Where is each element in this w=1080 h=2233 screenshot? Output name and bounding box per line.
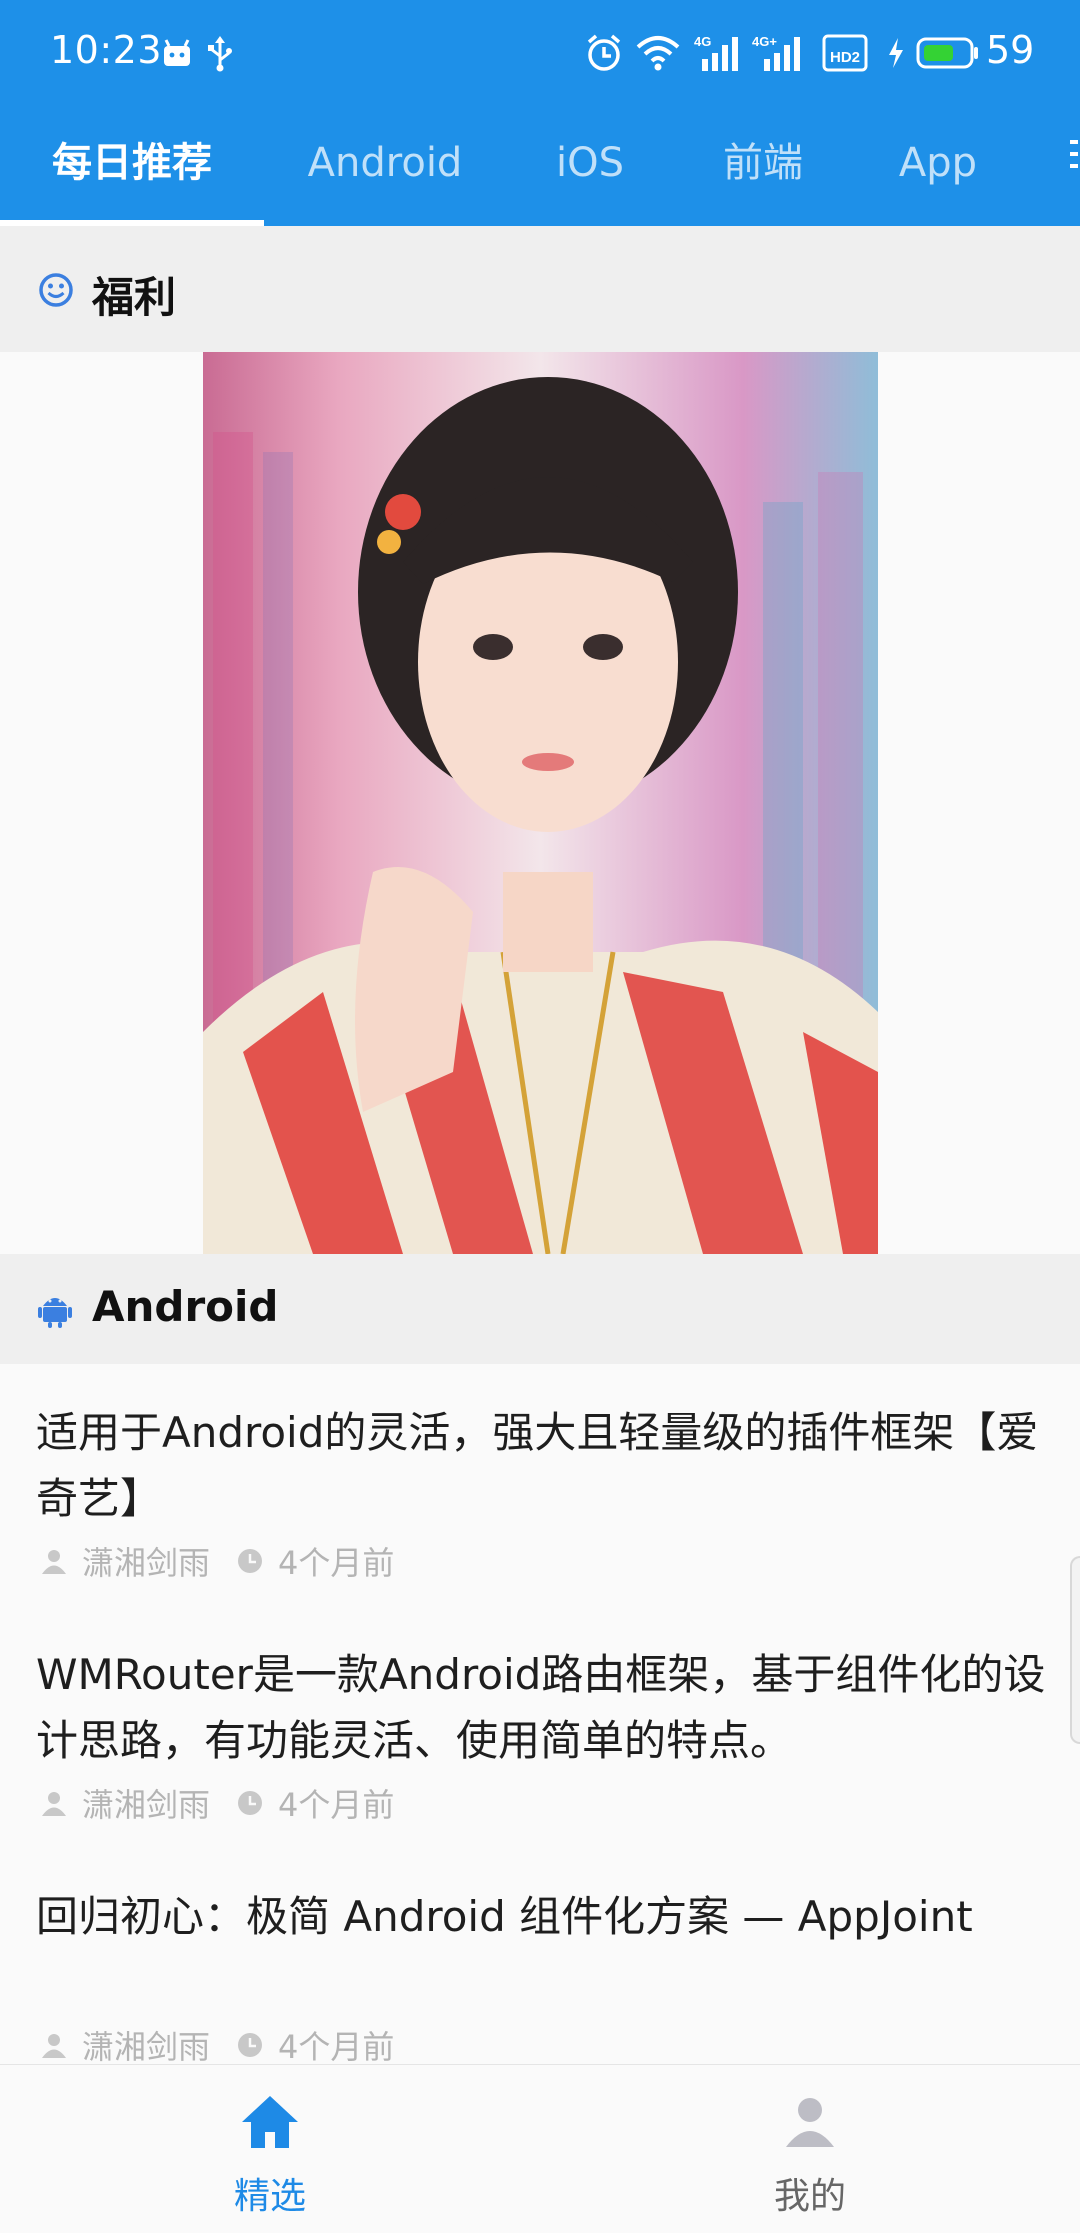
tab-daily[interactable]: 每日推荐 (0, 128, 264, 198)
category-tabs: 每日推荐 Android iOS 前端 App (0, 108, 1080, 227)
tab-app[interactable]: App (852, 128, 1024, 198)
nav-featured[interactable]: 精选 (0, 2065, 540, 2233)
android-notification-icon (160, 30, 194, 76)
section-title: Android (92, 1282, 279, 1331)
person-icon (42, 1550, 66, 1574)
signal-icon: 4G (694, 30, 744, 76)
clock-icon (238, 1791, 263, 1815)
author: 潇湘剑雨 (40, 2022, 210, 2068)
status-bar: 10:23 4G 4G+ HD2 59 (0, 0, 1080, 108)
wifi-icon (636, 30, 680, 76)
clock-icon (238, 1549, 263, 1573)
signal-icon: 4G+ (752, 30, 808, 76)
article-title: 回归初心：极简 Android 组件化方案 — AppJoint (36, 1892, 973, 1941)
home-icon (0, 2093, 540, 2151)
author: 潇湘剑雨 (40, 1780, 210, 1826)
person-icon (42, 1792, 66, 1816)
section-header-welfare: 福利 (0, 226, 1080, 353)
smiley-icon (38, 272, 74, 312)
section-title: 福利 (92, 273, 177, 322)
network-type-label: 4G+ (752, 34, 777, 49)
welfare-photo[interactable] (203, 352, 878, 1254)
clock-icon (238, 2033, 263, 2057)
section-header-android: Android (0, 1254, 1080, 1365)
hd-label: HD2 (830, 49, 860, 66)
author: 潇湘剑雨 (40, 1538, 210, 1584)
alarm-icon (584, 30, 624, 76)
person-icon (540, 2093, 1080, 2149)
list-item[interactable]: WMRouter是一款Android路由框架，基于组件化的设计思路，有功能灵活、… (0, 1606, 1080, 1850)
author-name: 潇湘剑雨 (82, 2028, 211, 2066)
scroll-handle[interactable] (1070, 1556, 1080, 1744)
nav-mine[interactable]: 我的 (540, 2065, 1080, 2233)
article-meta: 潇湘剑雨 4个月前 (40, 1538, 394, 1584)
publish-time: 4个月前 (236, 1780, 394, 1826)
list-item[interactable]: 适用于Android的灵活，强大且轻量级的插件框架【爱奇艺】 潇湘剑雨 4个月前 (0, 1364, 1080, 1608)
usb-icon (205, 30, 235, 76)
tab-ios[interactable]: iOS (506, 128, 674, 198)
article-meta: 潇湘剑雨 4个月前 (40, 2022, 394, 2068)
tab-frontend[interactable]: 前端 (674, 128, 852, 198)
time-text: 4个月前 (278, 1544, 395, 1582)
person-icon (42, 2034, 66, 2058)
publish-time: 4个月前 (236, 2022, 394, 2068)
status-time: 10:23 (50, 28, 163, 72)
author-name: 潇湘剑雨 (82, 1544, 211, 1582)
tab-overflow-icon[interactable] (1070, 140, 1080, 180)
nav-label: 精选 (233, 2176, 306, 2217)
welfare-photo-container (0, 352, 1080, 1254)
bottom-navigation: 精选 我的 (0, 2064, 1080, 2233)
time-text: 4个月前 (278, 1786, 395, 1824)
publish-time: 4个月前 (236, 1538, 394, 1584)
battery-icon (916, 30, 980, 76)
app-bar: 10:23 4G 4G+ HD2 59 每日推荐 Android iOS 前端 … (0, 0, 1080, 227)
tab-android[interactable]: Android (264, 128, 506, 198)
network-type-label: 4G (694, 34, 711, 49)
time-text: 4个月前 (278, 2028, 395, 2066)
article-title: 适用于Android的灵活，强大且轻量级的插件框架【爱奇艺】 (36, 1408, 1039, 1523)
article-title: WMRouter是一款Android路由框架，基于组件化的设计思路，有功能灵活、… (36, 1650, 1046, 1765)
nav-label: 我的 (773, 2176, 846, 2217)
author-name: 潇湘剑雨 (82, 1786, 211, 1824)
article-meta: 潇湘剑雨 4个月前 (40, 1780, 394, 1826)
charging-icon (886, 30, 906, 76)
list-item[interactable]: 回归初心：极简 Android 组件化方案 — AppJoint 潇湘剑雨 4个… (0, 1848, 1080, 2066)
battery-percent: 59 (986, 28, 1035, 72)
hd-voice-icon: HD2 (822, 30, 868, 76)
android-icon (38, 1292, 72, 1332)
